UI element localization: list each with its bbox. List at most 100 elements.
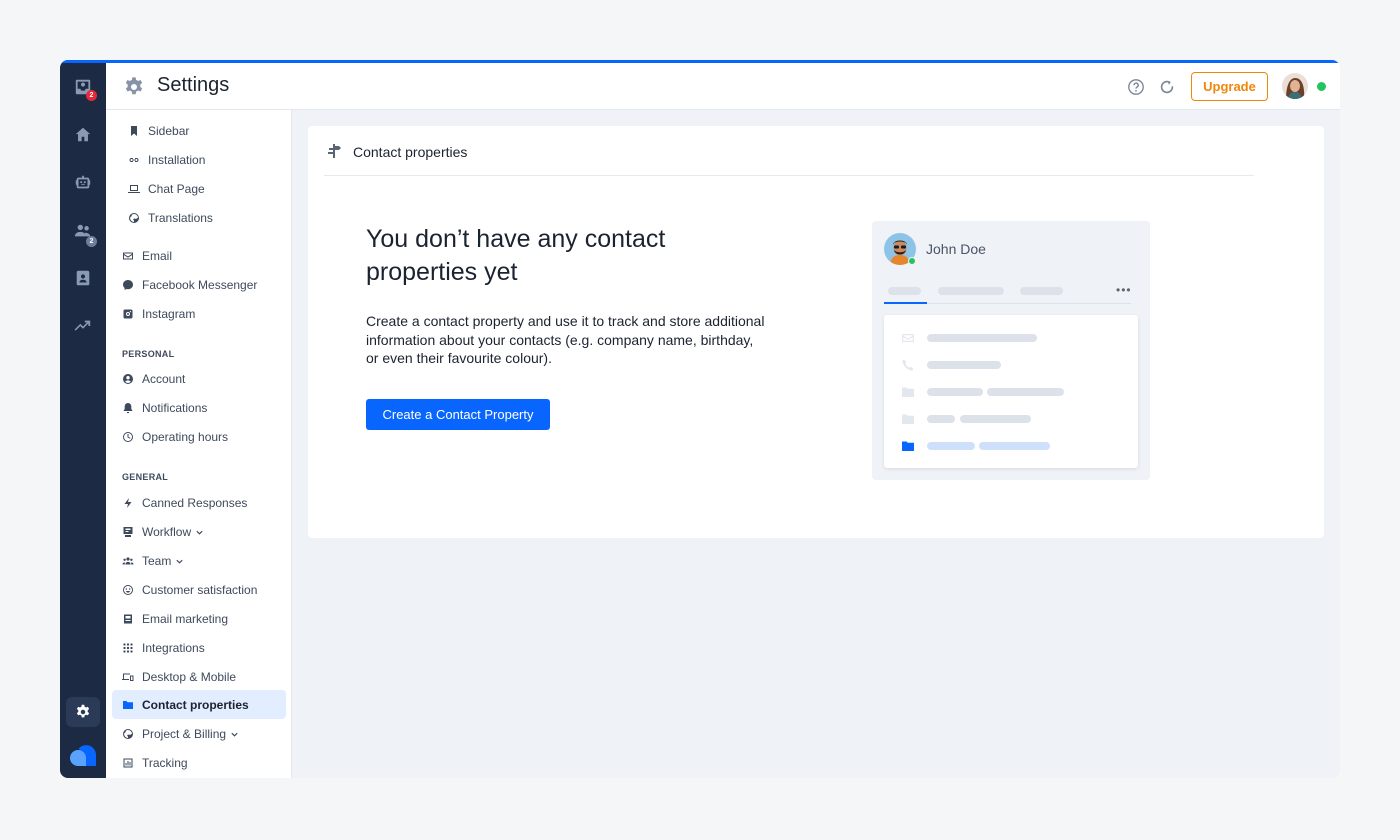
- empty-state-description: Create a contact property and use it to …: [366, 313, 765, 366]
- contact-illustration: John Doe •••: [872, 221, 1150, 480]
- top-bar: Settings Upgrade: [106, 63, 1340, 110]
- chevron-down-icon: [176, 559, 183, 564]
- mail-icon: [902, 334, 914, 342]
- chevron-down-icon: [231, 732, 238, 737]
- nav-item-facebook-messenger[interactable]: Facebook Messenger: [122, 272, 257, 298]
- nav-item-instagram[interactable]: Instagram: [122, 301, 195, 327]
- nav-item-label: Operating hours: [142, 430, 229, 444]
- detail-placeholder: [927, 442, 975, 450]
- create-contact-property-button[interactable]: Create a Contact Property: [366, 399, 550, 430]
- instagram-icon: [123, 309, 133, 319]
- help-icon[interactable]: [1127, 78, 1145, 96]
- bolt-icon: [124, 498, 132, 508]
- nav-item-account[interactable]: Account: [122, 366, 185, 392]
- app-window: 2 2 Settings Upgrade Sidebar Installatio…: [60, 60, 1340, 778]
- more-options-icon: •••: [1116, 283, 1132, 297]
- nav-item-translations[interactable]: Translations: [128, 205, 213, 231]
- page-title: Settings: [157, 74, 230, 96]
- folder-icon: [902, 387, 914, 397]
- workflow-icon: [123, 527, 133, 537]
- bell-icon: [123, 403, 133, 414]
- illustration-contact-name: John Doe: [926, 241, 986, 257]
- active-tab-indicator: [884, 302, 927, 304]
- nav-item-tracking[interactable]: Tracking: [122, 750, 188, 776]
- smile-icon: [123, 585, 133, 595]
- nav-item-label: Translations: [148, 211, 213, 225]
- refresh-icon[interactable]: [1158, 78, 1176, 96]
- nav-item-installation[interactable]: Installation: [128, 147, 205, 173]
- chevron-down-icon: [196, 530, 203, 535]
- folder-icon: [902, 441, 914, 451]
- nav-item-notifications[interactable]: Notifications: [122, 395, 207, 421]
- nav-item-contact-properties[interactable]: Contact properties: [122, 692, 249, 718]
- tab-placeholder: [888, 287, 921, 295]
- devices-icon: [122, 673, 134, 681]
- nav-item-canned-responses[interactable]: Canned Responses: [122, 490, 247, 516]
- detail-placeholder: [927, 415, 955, 423]
- globe-icon: [123, 729, 133, 739]
- nav-item-label: Customer satisfaction: [142, 583, 258, 597]
- upgrade-button[interactable]: Upgrade: [1191, 72, 1268, 101]
- tab-placeholder: [1020, 287, 1063, 295]
- contacts-button[interactable]: 2: [68, 216, 98, 247]
- settings-gear-icon: [125, 77, 143, 95]
- general-section-heading: GENERAL: [122, 472, 169, 482]
- nav-item-integrations[interactable]: Integrations: [122, 635, 205, 661]
- bookmark-icon: [131, 126, 137, 136]
- home-button[interactable]: [68, 120, 98, 150]
- card-title: Contact properties: [353, 144, 468, 160]
- user-avatar-icon: [1282, 73, 1308, 99]
- nav-item-label: Integrations: [142, 641, 205, 655]
- folder-icon: [902, 414, 914, 424]
- grid-icon: [123, 643, 133, 653]
- nav-item-label: Sidebar: [148, 124, 190, 138]
- nav-item-sidebar[interactable]: Sidebar: [128, 118, 189, 144]
- tickets-button[interactable]: [68, 263, 98, 293]
- laptop-icon: [128, 185, 140, 193]
- illustration-details-panel: [884, 315, 1138, 468]
- globe-icon: [129, 213, 139, 223]
- bot-icon: [75, 175, 91, 189]
- detail-placeholder: [979, 442, 1050, 450]
- nav-item-email[interactable]: Email: [122, 243, 172, 269]
- icon-rail: 2 2: [60, 60, 106, 778]
- nav-item-label: Installation: [148, 153, 206, 167]
- nav-item-team[interactable]: Team: [122, 548, 184, 574]
- avatar[interactable]: [1282, 73, 1308, 99]
- settings-button[interactable]: [68, 697, 98, 727]
- chart-icon: [123, 758, 133, 768]
- home-icon: [75, 127, 91, 142]
- empty-state-title: You don’t have any contact properties ye…: [366, 225, 666, 286]
- nav-item-operating-hours[interactable]: Operating hours: [122, 424, 228, 450]
- online-status-dot: [1317, 82, 1326, 91]
- nav-item-label: Tracking: [142, 756, 188, 770]
- clipboard-user-icon: [76, 270, 90, 286]
- nav-item-project-billing[interactable]: Project & Billing: [122, 721, 239, 747]
- detail-placeholder: [987, 388, 1064, 396]
- nav-item-desktop-mobile[interactable]: Desktop & Mobile: [122, 664, 236, 690]
- nav-item-chat-page[interactable]: Chat Page: [128, 176, 205, 202]
- detail-placeholder: [960, 415, 1031, 423]
- bots-button[interactable]: [68, 168, 98, 198]
- brand-logo-icon[interactable]: [69, 740, 97, 768]
- phone-icon: [902, 359, 914, 371]
- nav-item-label: Project & Billing: [142, 727, 227, 741]
- newsletter-icon: [124, 614, 132, 624]
- user-circle-icon: [123, 374, 133, 384]
- nav-item-label: Instagram: [142, 307, 196, 321]
- nav-item-label: Account: [142, 372, 186, 386]
- nav-item-label: Canned Responses: [142, 496, 248, 510]
- messenger-icon: [122, 280, 133, 290]
- team-icon: [122, 557, 134, 565]
- online-status-dot: [908, 257, 916, 265]
- nav-item-label: Team: [142, 554, 172, 568]
- nav-item-customer-satisfaction[interactable]: Customer satisfaction: [122, 577, 257, 603]
- nav-item-label: Email: [142, 249, 173, 263]
- inbox-button[interactable]: 2: [68, 72, 98, 102]
- analytics-button[interactable]: [68, 311, 98, 341]
- inbox-badge: 2: [86, 90, 97, 101]
- personal-section-heading: PERSONAL: [122, 349, 175, 359]
- mail-icon: [123, 252, 133, 260]
- nav-item-workflow[interactable]: Workflow: [122, 519, 204, 545]
- nav-item-email-marketing[interactable]: Email marketing: [122, 606, 228, 632]
